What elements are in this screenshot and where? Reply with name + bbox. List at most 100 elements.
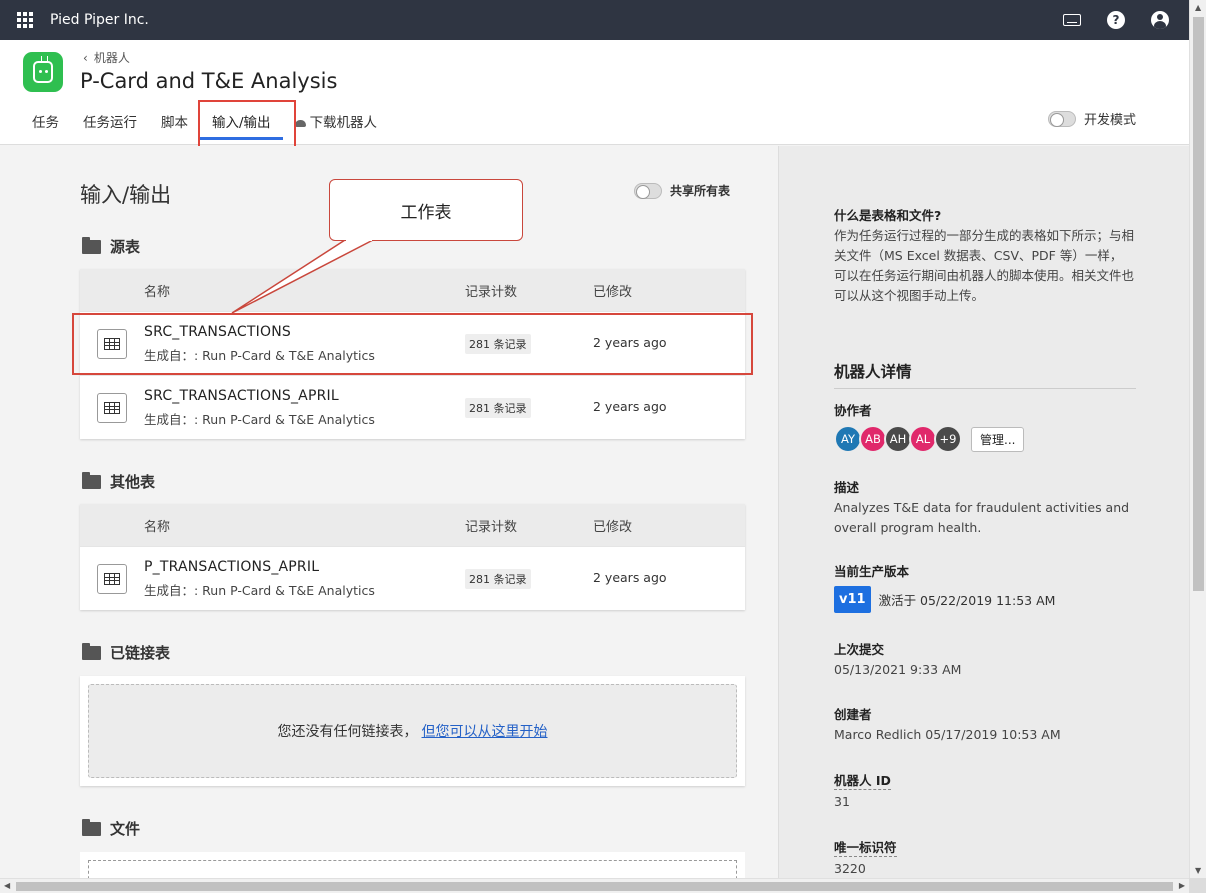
vertical-scroll-thumb[interactable] (1193, 17, 1204, 591)
top-bar: Pied Piper Inc. ? (0, 0, 1189, 40)
user-icon[interactable] (1151, 11, 1169, 29)
linked-tables-card: 您还没有任何链接表， 但您可以从这里开始 (80, 676, 745, 786)
vertical-scrollbar[interactable]: ▲ ▼ (1189, 0, 1206, 878)
chevron-left-icon: ‹ (83, 51, 88, 65)
robot-details-title: 机器人详情 (834, 360, 1136, 389)
section-title: 输入/输出 (80, 183, 172, 207)
horizontal-scrollbar[interactable]: ◀ ▶ (0, 878, 1189, 893)
col-modified[interactable]: 已修改 (593, 516, 632, 535)
robot-icon (33, 56, 53, 83)
robot-id-label: 机器人 ID (834, 770, 891, 790)
tab-task-runs[interactable]: 任务运行 (71, 106, 149, 133)
table-header: 名称 记录计数 已修改 (80, 269, 745, 311)
other-tables-heading: 其他表 (82, 471, 155, 492)
avatar[interactable]: AB (859, 425, 887, 453)
org-name[interactable]: Pied Piper Inc. (50, 12, 149, 28)
horizontal-scroll-thumb[interactable] (16, 882, 1173, 891)
version-row: v11 激活于 05/22/2019 11:53 AM (834, 586, 1134, 613)
last-commit-block: 上次提交 05/13/2021 9:33 AM (834, 639, 1134, 680)
avatar[interactable]: AY (834, 425, 862, 453)
description-label: 描述 (834, 480, 860, 495)
robot-id-block: 机器人 ID 31 (834, 770, 1134, 812)
tab-tasks[interactable]: 任务 (20, 106, 71, 133)
breadcrumb-label[interactable]: 机器人 (94, 51, 130, 65)
modified-time: 2 years ago (593, 399, 667, 414)
description-block: 描述 Analyzes T&E data for fraudulent acti… (834, 477, 1134, 538)
robot-logo (23, 52, 63, 92)
table-name[interactable]: P_TRANSACTIONS_APRIL (144, 559, 319, 575)
creator-text: Marco Redlich 05/17/2019 10:53 AM (834, 727, 1061, 742)
what-is-block: 什么是表格和文件? 作为任务运行过程的一部分生成的表格如下所示；与相关文件（MS… (834, 205, 1134, 306)
table-row[interactable]: P_TRANSACTIONS_APRIL 生成自：: Run P-Card & … (80, 546, 745, 610)
dev-mode-toggle[interactable]: 开发模式 (1047, 109, 1136, 128)
creator-block: 创建者 Marco Redlich 05/17/2019 10:53 AM (834, 704, 1134, 745)
folder-icon (82, 236, 101, 254)
start-link[interactable]: 但您可以从这里开始 (422, 721, 548, 741)
version-activated: 激活于 05/22/2019 11:53 AM (878, 593, 1056, 608)
record-count-badge: 281 条记录 (465, 398, 531, 418)
manage-button[interactable]: 管理... (971, 426, 1025, 452)
keyboard-icon[interactable] (1063, 14, 1081, 26)
empty-text: 您还没有任何链接表， (277, 724, 418, 740)
version-badge[interactable]: v11 (834, 586, 871, 613)
files-card (80, 852, 745, 878)
col-modified[interactable]: 已修改 (593, 281, 632, 300)
cloud-download-icon (294, 119, 306, 127)
tab-scripts[interactable]: 脚本 (149, 106, 200, 133)
record-count-badge: 281 条记录 (465, 569, 531, 589)
creator-label: 创建者 (834, 707, 872, 722)
help-icon[interactable]: ? (1107, 11, 1125, 29)
scroll-down-icon[interactable]: ▼ (1195, 866, 1201, 875)
linked-tables-heading: 已链接表 (82, 642, 170, 663)
source-tables-title: 源表 (110, 238, 141, 256)
last-commit-text: 05/13/2021 9:33 AM (834, 662, 962, 677)
col-count[interactable]: 记录计数 (465, 281, 517, 300)
top-bar-actions: ? (1063, 0, 1169, 40)
robot-details: 机器人详情 (834, 360, 1136, 389)
avatar-more[interactable]: +9 (934, 425, 962, 453)
scrollbar-corner (1189, 878, 1206, 893)
col-count[interactable]: 记录计数 (465, 516, 517, 535)
folder-icon (82, 818, 101, 836)
scroll-left-icon[interactable]: ◀ (4, 881, 10, 890)
table-row[interactable]: SRC_TRANSACTIONS_APRIL 生成自：: Run P-Card … (80, 375, 745, 439)
scroll-up-icon[interactable]: ▲ (1195, 3, 1201, 12)
table-header: 名称 记录计数 已修改 (80, 504, 745, 546)
files-title: 文件 (110, 820, 141, 838)
collaborators-block: 协作者 AY AB AH AL +9 管理... (834, 400, 1134, 453)
dev-mode-switch[interactable] (1047, 110, 1076, 127)
share-all-toggle[interactable]: 共享所有表 (634, 182, 730, 199)
description-text: Analyzes T&E data for fraudulent activit… (834, 500, 1130, 535)
col-name[interactable]: 名称 (144, 281, 170, 300)
table-icon (97, 564, 127, 594)
info-panel: 什么是表格和文件? 作为任务运行过程的一部分生成的表格如下所示；与相关文件（MS… (778, 146, 1189, 878)
folder-icon (82, 471, 101, 489)
uid-label: 唯一标识符 (834, 837, 897, 857)
robot-header: ‹ 机器人 P-Card and T&E Analysis 任务 任务运行 脚本 … (0, 40, 1189, 156)
uid-block: 唯一标识符 3220 (834, 837, 1134, 878)
version-block: 当前生产版本 v11 激活于 05/22/2019 11:53 AM (834, 561, 1134, 613)
table-source: 生成自：: Run P-Card & T&E Analytics (144, 412, 375, 427)
other-tables-title: 其他表 (110, 473, 156, 491)
table-name[interactable]: SRC_TRANSACTIONS_APRIL (144, 388, 339, 404)
row-highlight-box (72, 313, 753, 375)
page-title: P-Card and T&E Analysis (80, 69, 338, 93)
folder-icon (82, 642, 101, 660)
what-is-body: 作为任务运行过程的一部分生成的表格如下所示；与相关文件（MS Excel 数据表… (834, 228, 1135, 303)
uid-value: 3220 (834, 861, 866, 876)
avatar-list: AY AB AH AL +9 管理... (834, 425, 1134, 453)
scroll-right-icon[interactable]: ▶ (1179, 881, 1185, 890)
share-all-switch[interactable] (634, 182, 662, 199)
breadcrumb[interactable]: ‹ 机器人 (83, 49, 130, 66)
version-label: 当前生产版本 (834, 564, 910, 579)
apps-grid-icon[interactable] (17, 12, 33, 28)
linked-tables-empty: 您还没有任何链接表， 但您可以从这里开始 (88, 684, 737, 778)
tab-download-robot[interactable]: 下载机器人 (283, 106, 390, 133)
avatar[interactable]: AH (884, 425, 912, 453)
file-drop-zone[interactable] (88, 860, 737, 878)
col-name[interactable]: 名称 (144, 516, 170, 535)
collaborators-label: 协作者 (834, 403, 872, 418)
callout-annotation: 工作表 (329, 179, 523, 241)
avatar[interactable]: AL (909, 425, 937, 453)
source-tables-heading: 源表 (82, 236, 140, 257)
